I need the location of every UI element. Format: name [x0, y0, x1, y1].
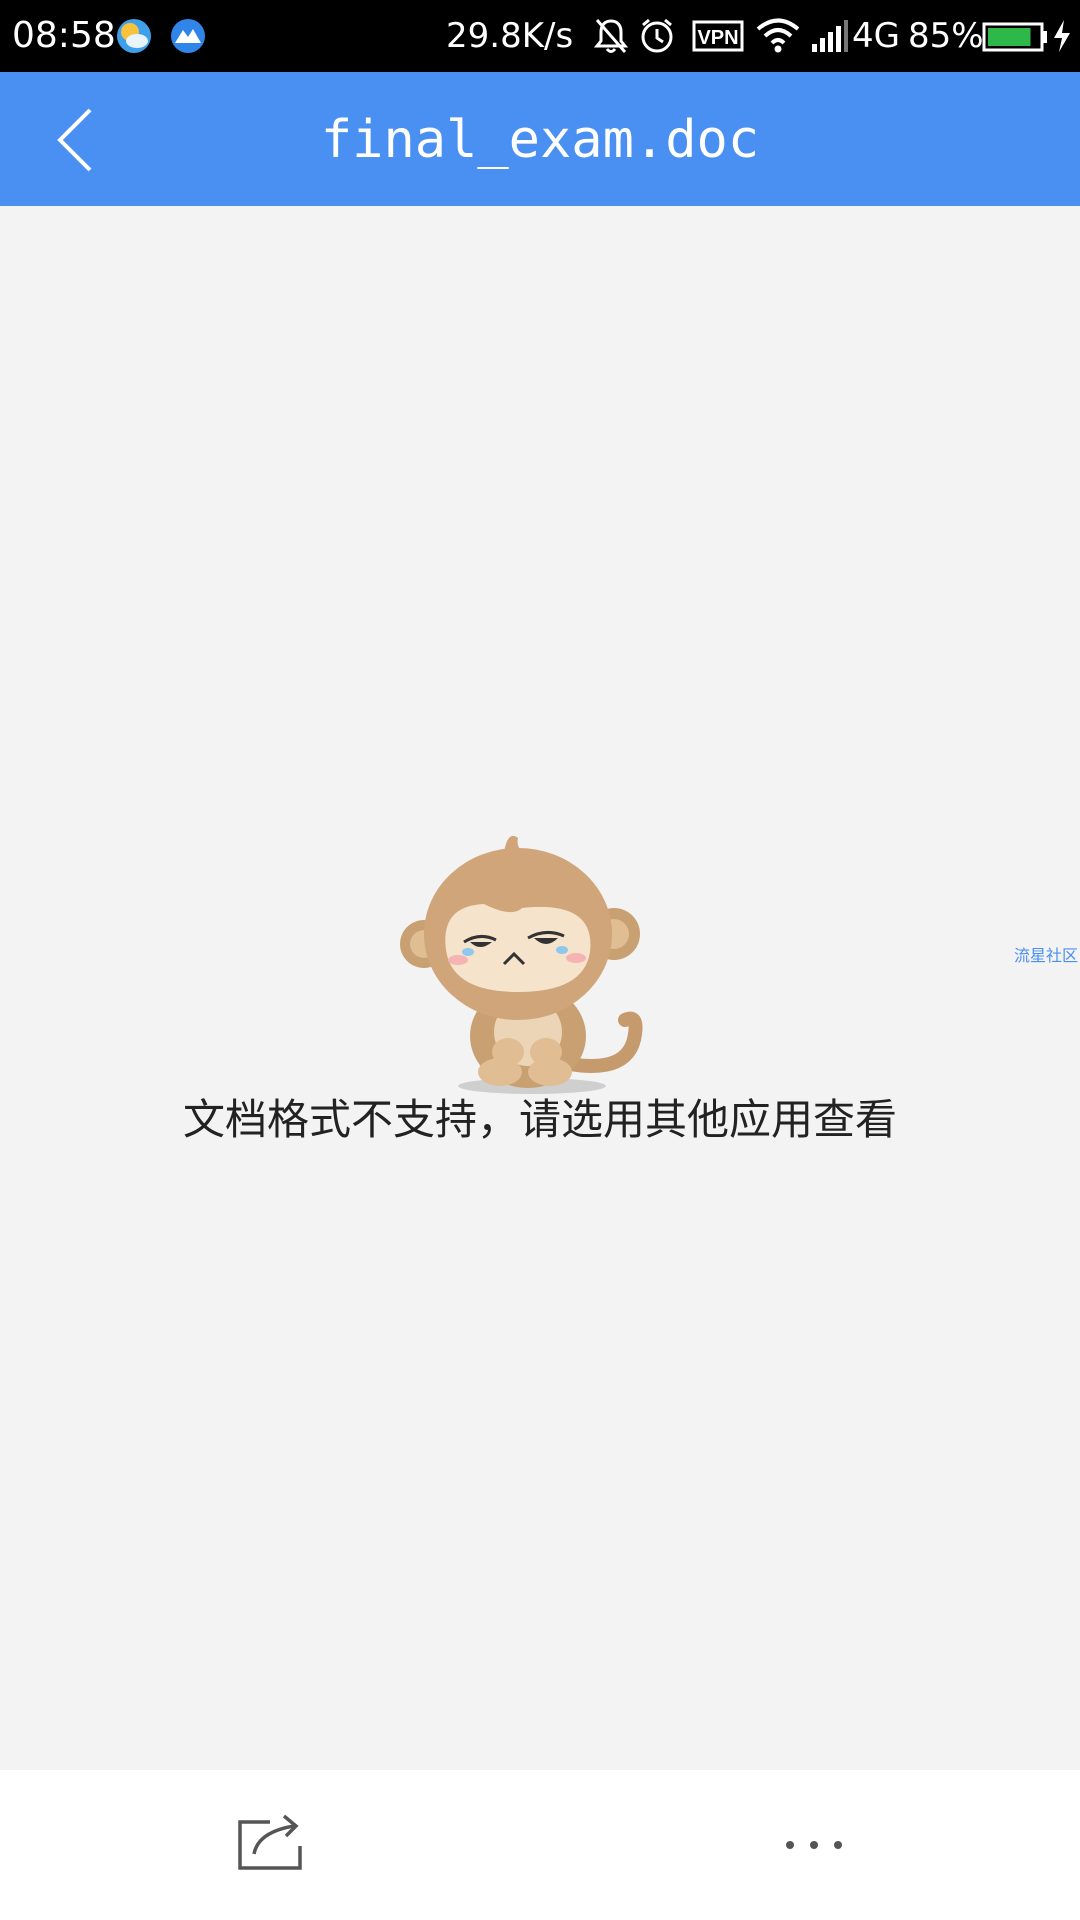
- sad-monkey-illustration: [400, 835, 643, 1094]
- status-bar: 08:58 29.8K/s VPN 4G 85%: [0, 0, 1080, 72]
- weather-app-icon: [117, 19, 151, 53]
- bell-off-icon: [593, 19, 629, 53]
- more-button[interactable]: [770, 1800, 860, 1890]
- back-button[interactable]: [40, 100, 120, 180]
- battery-percent: 85%: [908, 16, 984, 56]
- network-speed: 29.8K/s: [446, 16, 574, 56]
- chevron-left-icon: [57, 108, 92, 172]
- bottom-toolbar: [0, 1770, 1080, 1920]
- status-time: 08:58: [12, 15, 116, 56]
- unsupported-format-message: 文档格式不支持，请选用其他应用查看: [182, 1095, 897, 1144]
- charging-icon: [1054, 20, 1070, 52]
- page-title: final_exam.doc: [320, 110, 760, 170]
- watermark: 流星社区: [1014, 946, 1079, 965]
- network-type: 4G: [852, 16, 900, 56]
- signal-icon: [812, 20, 848, 52]
- vpn-icon: VPN: [692, 20, 744, 52]
- battery-fill: [988, 28, 1031, 46]
- title-bar: final_exam.doc: [0, 72, 1080, 206]
- alarm-icon: [641, 18, 673, 53]
- more-dots-icon: [786, 1841, 842, 1849]
- document-viewer-area: 文档格式不支持，请选用其他应用查看 流星社区: [0, 206, 1080, 1770]
- mountain-app-icon: [171, 19, 205, 53]
- battery-icon: [982, 22, 1047, 52]
- wifi-icon: [756, 18, 800, 53]
- vpn-label: VPN: [697, 27, 738, 49]
- share-icon: [238, 1814, 302, 1870]
- share-button[interactable]: [226, 1800, 316, 1890]
